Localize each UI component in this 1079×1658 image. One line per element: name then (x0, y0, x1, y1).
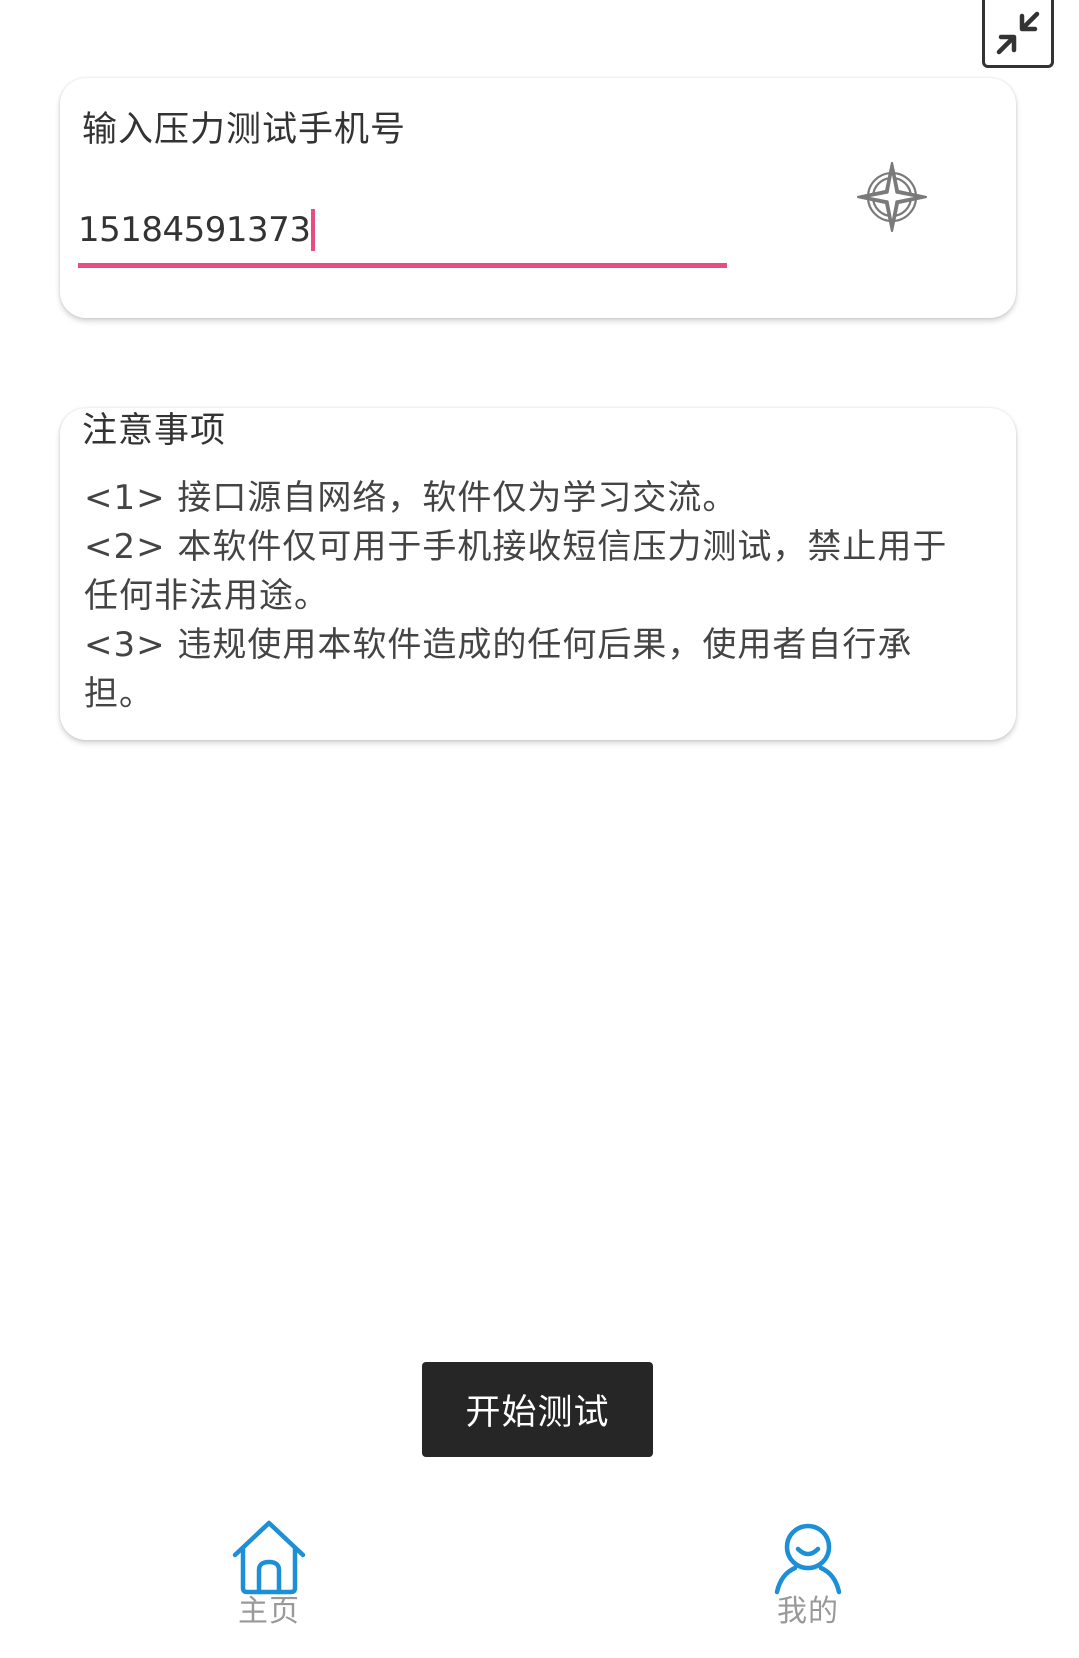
phone-input-label: 输入压力测试手机号 (82, 110, 407, 150)
start-test-button[interactable]: 开始测试 (422, 1362, 653, 1457)
tab-mine-label: 我的 (777, 1594, 839, 1629)
phone-input[interactable]: 15184591373 (78, 196, 727, 268)
notice-line: <3> 违规使用本软件造成的任何后果，使用者自行承 (84, 625, 913, 665)
tab-mine[interactable]: 我的 (743, 1518, 873, 1648)
home-icon (232, 1520, 306, 1595)
tab-home[interactable]: 主页 (204, 1518, 334, 1648)
notice-line: <1> 接口源自网络，软件仅为学习交流。 (84, 478, 738, 518)
notice-body: <1> 接口源自网络，软件仅为学习交流。 <2> 本软件仅可用于手机接收短信压力… (84, 474, 974, 719)
notice-card: 注意事项 <1> 接口源自网络，软件仅为学习交流。 <2> 本软件仅可用于手机接… (60, 408, 1016, 740)
notice-title: 注意事项 (82, 411, 227, 451)
notice-line: 任何非法用途。 (84, 576, 329, 616)
target-button[interactable] (854, 159, 930, 235)
notice-line: <2> 本软件仅可用于手机接收短信压力测试，禁止用于 (84, 527, 948, 567)
tab-home-label: 主页 (238, 1594, 300, 1629)
notice-line: 担。 (84, 674, 154, 714)
shrink-icon (996, 11, 1040, 54)
shrink-button[interactable] (982, 0, 1054, 68)
phone-input-card: 输入压力测试手机号 15184591373 (60, 78, 1016, 318)
compass-target-icon (856, 161, 928, 233)
user-icon (774, 1523, 842, 1595)
text-caret (311, 208, 316, 251)
phone-input-value: 15184591373 (78, 209, 311, 250)
